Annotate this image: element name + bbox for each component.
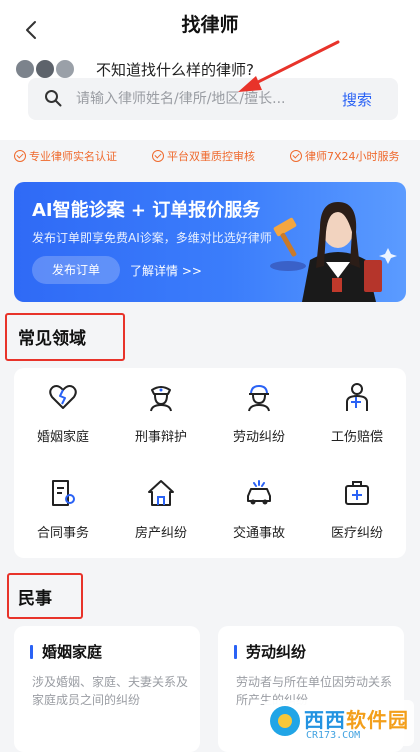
category-label: 婚姻家庭 (36, 430, 89, 445)
banner-title: AI智能诊案 + 订单报价服务 (32, 200, 261, 221)
card-title: 劳动纠纷 (246, 643, 307, 661)
search-bar[interactable]: 搜索 (28, 78, 398, 120)
watermark-domain: CR173.COM (306, 730, 361, 741)
learn-more-link[interactable]: 了解详情 >> (130, 262, 202, 279)
category-label: 交通事故 (232, 526, 285, 541)
check-circle-icon (14, 150, 26, 162)
header-area: 找律师 不知道找什么样的律师? 搜索 (0, 0, 420, 140)
trust-item: 专业律师实名认证 (14, 148, 117, 164)
watermark-logo-icon (270, 706, 300, 736)
category-criminal-defense[interactable]: 刑事辩护 (112, 368, 210, 458)
category-label: 房产纠纷 (134, 526, 187, 541)
injured-person-icon (346, 383, 368, 411)
highlight-box (7, 573, 83, 619)
category-label: 工伤赔偿 (330, 430, 383, 445)
search-input[interactable] (76, 78, 312, 120)
trust-item: 平台双重质控审核 (152, 148, 255, 164)
check-circle-icon (290, 150, 302, 162)
medical-kit-icon (345, 481, 369, 505)
title-accent-bar (30, 645, 33, 659)
ai-service-banner[interactable]: AI智能诊案 + 订单报价服务 发布订单即享免费AI诊案，多维对比选好律师 发布… (14, 182, 406, 302)
trust-item: 律师7X24小时服务 (290, 148, 400, 164)
category-label: 刑事辩护 (134, 430, 187, 445)
publish-order-button[interactable]: 发布订单 (32, 256, 120, 284)
search-button[interactable]: 搜索 (342, 89, 372, 110)
card-title: 婚姻家庭 (42, 643, 103, 661)
page-title: 找律师 (181, 14, 239, 36)
contract-icon (52, 480, 75, 506)
car-crash-icon (247, 480, 271, 505)
site-watermark: 西西软件园 CR173.COM (264, 700, 414, 746)
category-label: 劳动纠纷 (232, 430, 285, 445)
common-fields-card: 婚姻家庭 刑事辩护 劳动纠纷 工伤赔偿 合同事务 房产纠纷 交通事故 医疗纠纷 (14, 368, 406, 558)
category-marriage-family[interactable]: 婚姻家庭 (14, 368, 112, 458)
category-property-dispute[interactable]: 房产纠纷 (112, 464, 210, 554)
lawyer-illustration (270, 202, 397, 302)
card-description: 涉及婚姻、家庭、夫妻关系及家庭成员之间的纠纷 (32, 675, 189, 707)
civil-card-marriage-family[interactable]: 婚姻家庭 涉及婚姻、家庭、夫妻关系及家庭成员之间的纠纷 (14, 626, 200, 752)
prompt-hint: 不知道找什么样的律师? (96, 61, 254, 79)
trust-strip: 专业律师实名认证 平台双重质控审核 律师7X24小时服务 (0, 148, 420, 168)
title-accent-bar (234, 645, 237, 659)
category-label: 医疗纠纷 (330, 526, 383, 541)
broken-heart-icon (49, 385, 77, 409)
avatar (34, 58, 56, 80)
avatar (54, 58, 76, 80)
banner-subtitle: 发布订单即享免费AI诊案，多维对比选好律师 (32, 231, 272, 245)
police-officer-icon (150, 386, 172, 412)
search-icon (45, 90, 62, 107)
category-contract[interactable]: 合同事务 (14, 464, 112, 554)
check-circle-icon (152, 150, 164, 162)
category-labor-dispute[interactable]: 劳动纠纷 (210, 368, 308, 458)
avatar (14, 58, 36, 80)
highlight-box (5, 313, 125, 361)
category-traffic-accident[interactable]: 交通事故 (210, 464, 308, 554)
watermark-brand: 西西软件园 (304, 708, 409, 732)
worker-icon (248, 385, 270, 412)
lawyer-avatars (14, 58, 84, 80)
house-icon (148, 480, 174, 506)
category-work-injury[interactable]: 工伤赔偿 (308, 368, 406, 458)
category-medical-dispute[interactable]: 医疗纠纷 (308, 464, 406, 554)
category-label: 合同事务 (36, 526, 89, 541)
